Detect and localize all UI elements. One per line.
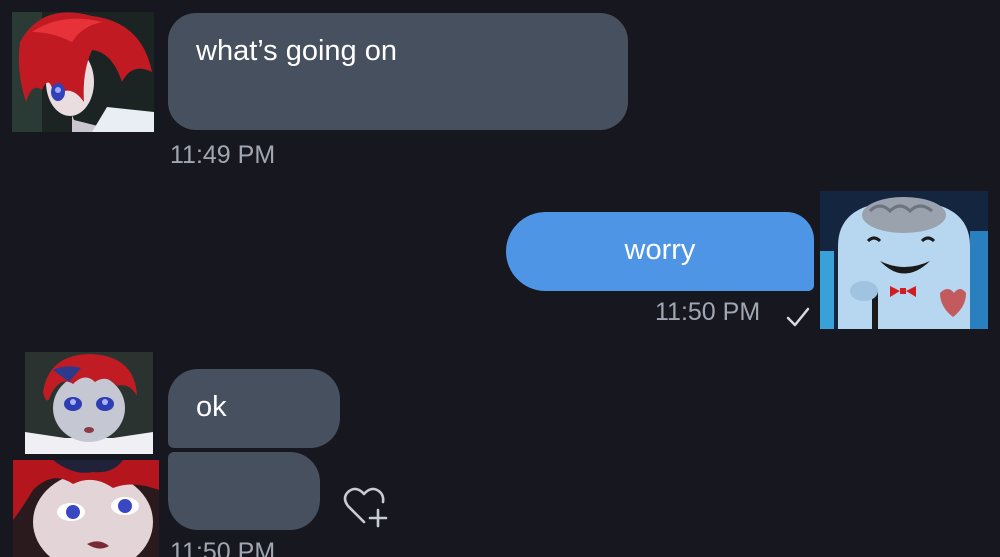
message-text: worry [624, 234, 696, 266]
user-avatar[interactable] [820, 191, 988, 329]
checkmark-icon [786, 307, 810, 327]
message-bubble[interactable]: ok [168, 369, 340, 448]
contact-avatar[interactable] [13, 460, 159, 557]
chat-thread: what’s going on 11:49 PM worry 11:50 PM [0, 0, 1000, 557]
contact-avatar[interactable] [25, 352, 153, 454]
avatar-image [13, 460, 159, 557]
message-timestamp: 11:50 PM [170, 538, 276, 557]
message-timestamp: 11:49 PM [170, 141, 276, 169]
message-bubble[interactable]: what’s going on [168, 13, 628, 130]
add-reaction-heart-icon[interactable] [340, 482, 390, 528]
avatar-image [25, 352, 153, 454]
message-bubble[interactable]: worry [506, 212, 814, 291]
contact-avatar[interactable] [12, 12, 154, 132]
message-bubble[interactable] [168, 452, 320, 530]
avatar-image [820, 191, 988, 329]
message-text: what’s going on [196, 35, 398, 67]
avatar-image [12, 12, 154, 132]
message-timestamp: 11:50 PM [655, 298, 761, 326]
message-text: ok [196, 391, 227, 423]
